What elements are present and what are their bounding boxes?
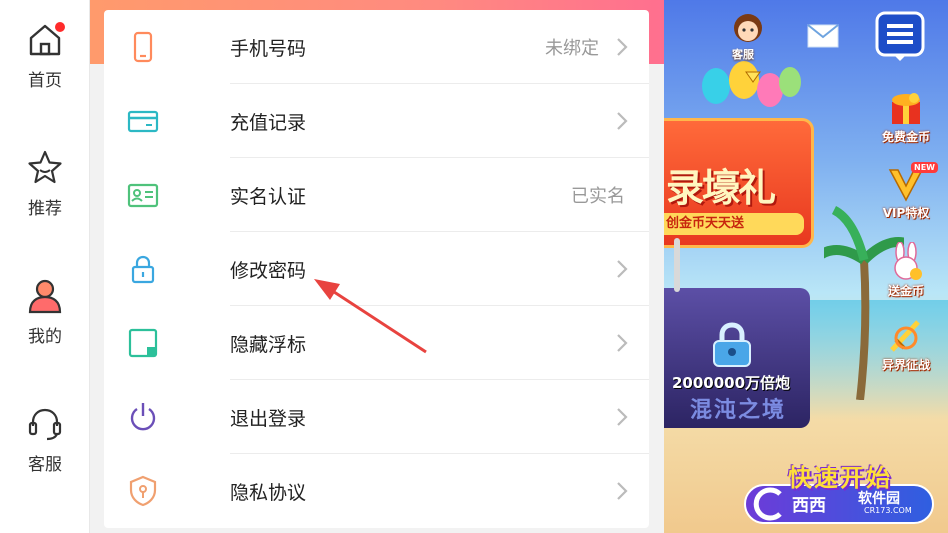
banner-title: 录壕礼 [666, 166, 776, 210]
notification-dot [55, 22, 65, 32]
settings-row-hide-float[interactable]: 隐藏浮标 [104, 306, 649, 380]
side-button-otherworld-battle[interactable]: 异界征战 [868, 316, 944, 382]
row-label: 隐藏浮标 [230, 334, 307, 356]
settings-row-phone[interactable]: 手机号码 未绑定 [104, 10, 649, 84]
side-button-label: 送金币 [887, 284, 924, 298]
sword-icon [890, 320, 920, 352]
row-label: 隐私协议 [230, 482, 307, 504]
chevron-right-icon [615, 332, 629, 354]
quick-start-button[interactable]: 快速开始 西西 软件园 CR173.COM [744, 452, 944, 528]
banner-subtitle: 创金币天天送 [664, 213, 804, 235]
row-label: 手机号码 [230, 38, 307, 60]
phone-icon [126, 30, 160, 64]
banner-title: 2000000万倍炮 [672, 374, 791, 392]
chevron-right-icon [615, 406, 629, 428]
lock-icon [126, 252, 160, 286]
locked-icon [713, 322, 751, 367]
banner-subtitle: 混沌之境 [690, 398, 787, 423]
row-value: 未绑定 [545, 38, 599, 59]
side-button-free-coins[interactable]: 免费金币 [868, 88, 944, 154]
settings-row-change-password[interactable]: 修改密码 [104, 232, 649, 306]
card-icon [126, 104, 160, 138]
user-icon [25, 276, 65, 316]
nav-item-home[interactable]: 首页 [0, 20, 90, 110]
shield-icon [126, 474, 160, 508]
avatar-icon [734, 14, 762, 42]
side-button-send-coins[interactable]: 送金币 [868, 242, 944, 308]
settings-row-logout[interactable]: 退出登录 [104, 380, 649, 454]
row-label: 实名认证 [230, 186, 307, 208]
promo-banner-chaos-realm[interactable]: 混沌之境 2000000万倍炮 [664, 288, 810, 428]
row-label: 退出登录 [230, 408, 307, 430]
balloons-decoration [702, 61, 801, 107]
menu-button[interactable] [874, 10, 926, 62]
nav-item-recommend[interactable]: 推荐 [0, 148, 90, 238]
new-badge: NEW [911, 162, 938, 173]
watermark-logo-icon [753, 487, 782, 521]
star-icon [25, 148, 65, 188]
game-background: 客服 录壕礼 创金币天天送 混沌之境 2000000万倍炮 免费金币 NEW V… [664, 0, 948, 533]
chevron-right-icon [615, 110, 629, 132]
watermark-text: 西西 [792, 496, 826, 516]
watermark-text: 软件园 [858, 491, 900, 507]
row-label: 充值记录 [230, 112, 307, 134]
dropdown-arrow-icon[interactable] [744, 70, 762, 84]
side-button-label: 异界征战 [881, 358, 930, 372]
left-nav: 首页 推荐 我的 客服 [0, 0, 90, 533]
nav-label: 我的 [28, 327, 62, 347]
row-label: 修改密码 [230, 260, 307, 282]
menu-icon [875, 11, 925, 61]
nav-label: 客服 [28, 455, 62, 475]
settings-card: 手机号码 未绑定 充值记录 实名认证 已实名 修改密码 隐藏浮标 退出登录 隐私… [104, 10, 649, 528]
mail-icon [807, 24, 839, 48]
side-button-label: VIP特权 [882, 206, 930, 220]
settings-row-privacy[interactable]: 隐私协议 [104, 454, 649, 528]
scrollbar-handle[interactable] [674, 238, 680, 292]
chevron-right-icon [615, 480, 629, 502]
power-icon [126, 400, 160, 434]
mail-button[interactable] [806, 22, 840, 50]
row-value: 已实名 [571, 186, 625, 207]
watermark-url: CR173.COM [864, 506, 912, 515]
id-card-icon [126, 178, 160, 212]
headset-icon [25, 404, 65, 444]
chevron-right-icon [615, 36, 629, 58]
nav-label: 推荐 [28, 199, 62, 219]
chevron-right-icon [615, 258, 629, 280]
home-icon [25, 20, 65, 60]
promo-banner-login-gift[interactable]: 录壕礼 创金币天天送 [664, 118, 814, 248]
settings-row-realname[interactable]: 实名认证 已实名 [104, 158, 649, 232]
nav-item-mine[interactable]: 我的 [0, 276, 90, 366]
gift-icon [892, 93, 920, 124]
side-button-label: 免费金币 [881, 130, 930, 144]
side-button-vip[interactable]: NEW VIP特权 [868, 162, 944, 230]
hide-float-icon [126, 326, 160, 360]
nav-item-service[interactable]: 客服 [0, 404, 90, 494]
rabbit-icon [894, 242, 922, 280]
settings-row-recharge[interactable]: 充值记录 [104, 84, 649, 158]
customer-service-label: 客服 [732, 48, 754, 61]
nav-label: 首页 [28, 71, 62, 91]
